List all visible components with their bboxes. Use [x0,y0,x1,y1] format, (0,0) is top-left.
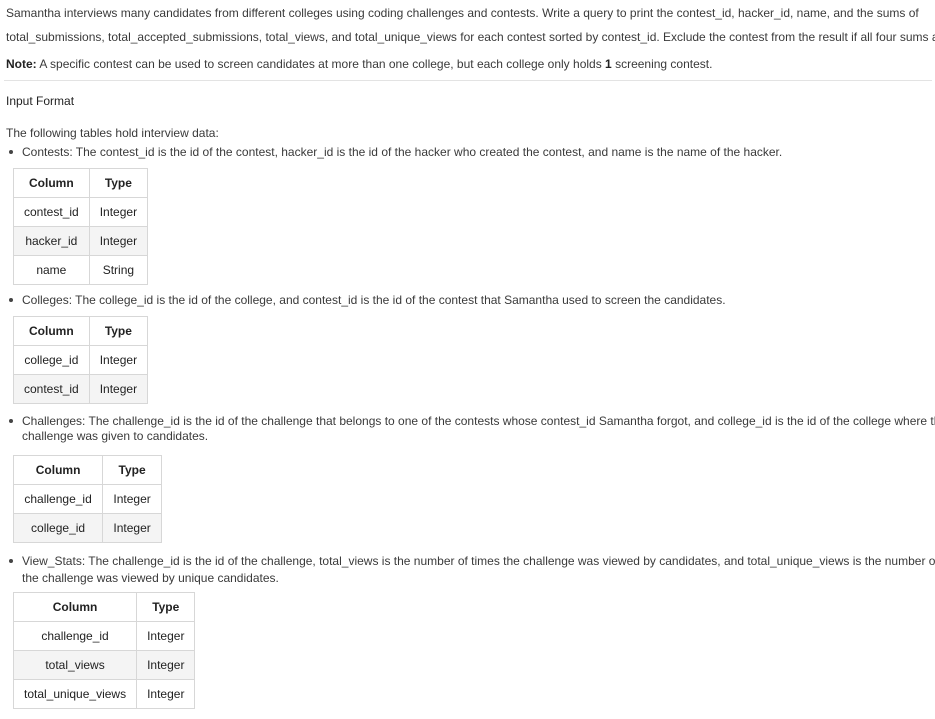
column-cell: contest_id [13,374,90,404]
colleges-table: Column Type college_id Integer contest_id… [13,316,149,404]
view-stats-table: Column Type challenge_id Integer total_vi… [12,592,196,709]
type-cell: Integer [102,484,162,514]
table-row: name String [13,255,149,285]
table-row: total_unique_views Integer [12,679,196,709]
column-header: Column [12,455,104,485]
bullet-icon [9,419,13,423]
column-cell: name [13,255,90,285]
type-cell: Integer [136,650,196,680]
type-header: Type [88,316,149,346]
table-row: college_id Integer [13,345,149,375]
note-number: 1 [605,57,612,71]
type-header: Type [102,455,162,485]
column-cell: hacker_id [13,226,90,256]
challenges-description-line-2: challenge was given to candidates. [22,429,209,443]
view-stats-description-line-1: View_Stats: The challenge_id is the id o… [22,554,935,568]
table-header-row: Column Type [12,592,196,622]
table-header-row: Column Type [13,316,149,346]
contests-description: Contests: The contest_id is the id of th… [22,145,783,159]
bullet-icon [9,559,13,563]
type-cell: Integer [102,513,162,543]
type-cell: Integer [136,621,196,651]
view-stats-description-line-2: the challenge was viewed by unique candi… [22,571,279,585]
intro-line-2-text: total_submissions, total_accepted_submis… [6,30,935,44]
table-row: contest_id Integer [13,197,149,227]
type-cell: Integer [88,374,149,404]
column-cell: challenge_id [12,621,138,651]
column-cell: college_id [13,345,90,375]
note-text-end: screening contest. [611,57,713,71]
column-cell: total_unique_views [12,679,138,709]
column-header: Column [13,168,90,198]
table-row: total_views Integer [12,650,196,680]
section-divider [4,80,932,81]
table-header-row: Column Type [12,455,162,485]
type-cell: Integer [88,345,149,375]
table-row: challenge_id Integer [12,484,162,514]
intro-line-1: Samantha interviews many candidates from… [6,6,919,20]
intro-line-2: total_submissions, total_accepted_submis… [6,29,935,45]
note-text: A specific contest can be used to screen… [36,57,606,71]
column-cell: total_views [12,650,138,680]
type-cell: String [88,255,149,285]
type-cell: Integer [136,679,196,709]
column-cell: challenge_id [12,484,104,514]
column-header: Column [12,592,138,622]
table-header-row: Column Type [13,168,149,198]
column-header: Column [13,316,90,346]
colleges-description: Colleges: The college_id is the id of th… [22,293,726,307]
column-cell: contest_id [13,197,90,227]
type-header: Type [136,592,196,622]
challenges-description-line-1: Challenges: The challenge_id is the id o… [22,414,935,428]
bullet-icon [9,298,13,302]
table-row: hacker_id Integer [13,226,149,256]
challenges-table: Column Type challenge_id Integer college_… [12,455,162,543]
note-label: Note: [6,57,37,71]
contests-table: Column Type contest_id Integer hacker_id I… [13,168,149,285]
table-row: college_id Integer [12,513,162,543]
type-header: Type [88,168,149,198]
table-row: challenge_id Integer [12,621,196,651]
table-row: contest_id Integer [13,374,149,404]
type-cell: Integer [88,226,149,256]
type-cell: Integer [88,197,149,227]
column-cell: college_id [12,513,104,543]
note-line: Note: A specific contest can be used to … [6,56,712,72]
input-format-intro: The following tables hold interview data… [6,126,219,140]
input-format-heading: Input Format [6,94,75,108]
bullet-icon [9,150,13,154]
